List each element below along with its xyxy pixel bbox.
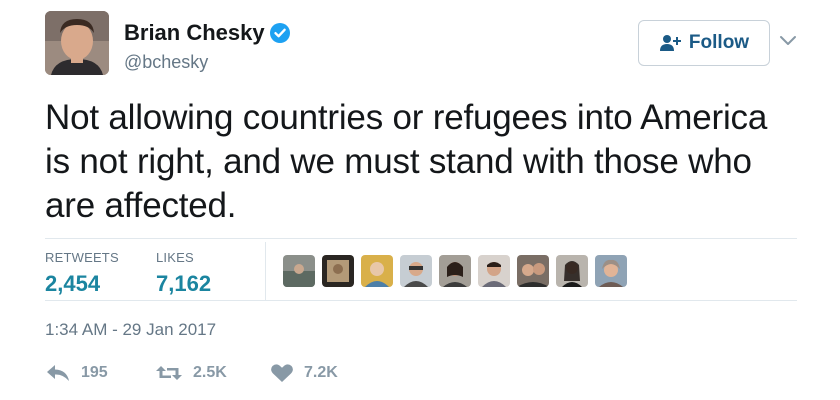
retweets-stat[interactable]: RETWEETS 2,454	[45, 250, 119, 297]
author-block: Brian Chesky @bchesky	[124, 20, 291, 73]
add-user-icon	[659, 33, 683, 53]
tweet-actions: 195 2.5K 7.2K	[45, 363, 338, 383]
liker-avatar[interactable]	[517, 255, 549, 287]
follow-button[interactable]: Follow	[638, 20, 770, 66]
likes-label: LIKES	[156, 250, 194, 265]
likes-stat[interactable]: LIKES 7,162	[156, 250, 211, 297]
liker-avatars	[283, 255, 627, 287]
retweet-icon	[155, 363, 183, 383]
follow-button-label: Follow	[688, 32, 750, 53]
tweet-text-line: is not right, and we must stand with tho…	[45, 142, 752, 181]
verified-badge-icon	[269, 22, 291, 44]
liker-avatar[interactable]	[595, 255, 627, 287]
divider	[45, 238, 797, 239]
retweets-count: 2,454	[45, 271, 101, 296]
tweet-text-line: are affected.	[45, 186, 237, 225]
liker-avatar[interactable]	[478, 255, 510, 287]
tweet-timestamp[interactable]: 1:34 AM - 29 Jan 2017	[45, 320, 216, 340]
liker-avatar[interactable]	[556, 255, 588, 287]
liker-avatar[interactable]	[322, 255, 354, 287]
like-count: 7.2K	[304, 364, 338, 381]
liker-avatar[interactable]	[361, 255, 393, 287]
likes-count: 7,162	[156, 271, 212, 296]
avatar[interactable]	[45, 11, 109, 75]
tweet-text-line: Not allowing countries or refugees into …	[45, 98, 768, 137]
author-handle[interactable]: @bchesky	[124, 52, 291, 73]
reply-icon	[45, 363, 71, 383]
chevron-down-icon[interactable]	[778, 34, 798, 48]
heart-icon	[270, 363, 294, 383]
like-button[interactable]: 7.2K	[270, 363, 338, 383]
stats-divider	[265, 242, 266, 300]
retweet-count: 2.5K	[193, 364, 227, 381]
retweets-label: RETWEETS	[45, 250, 119, 265]
divider	[45, 300, 797, 301]
tweet-text: Not allowing countries or refugees into …	[45, 96, 815, 228]
reply-button[interactable]: 195	[45, 363, 155, 383]
profile-photo	[45, 11, 109, 75]
retweet-button[interactable]: 2.5K	[155, 363, 270, 383]
reply-count: 195	[81, 364, 108, 381]
liker-avatar[interactable]	[283, 255, 315, 287]
author-display-name[interactable]: Brian Chesky	[124, 20, 265, 46]
liker-avatar[interactable]	[400, 255, 432, 287]
liker-avatar[interactable]	[439, 255, 471, 287]
